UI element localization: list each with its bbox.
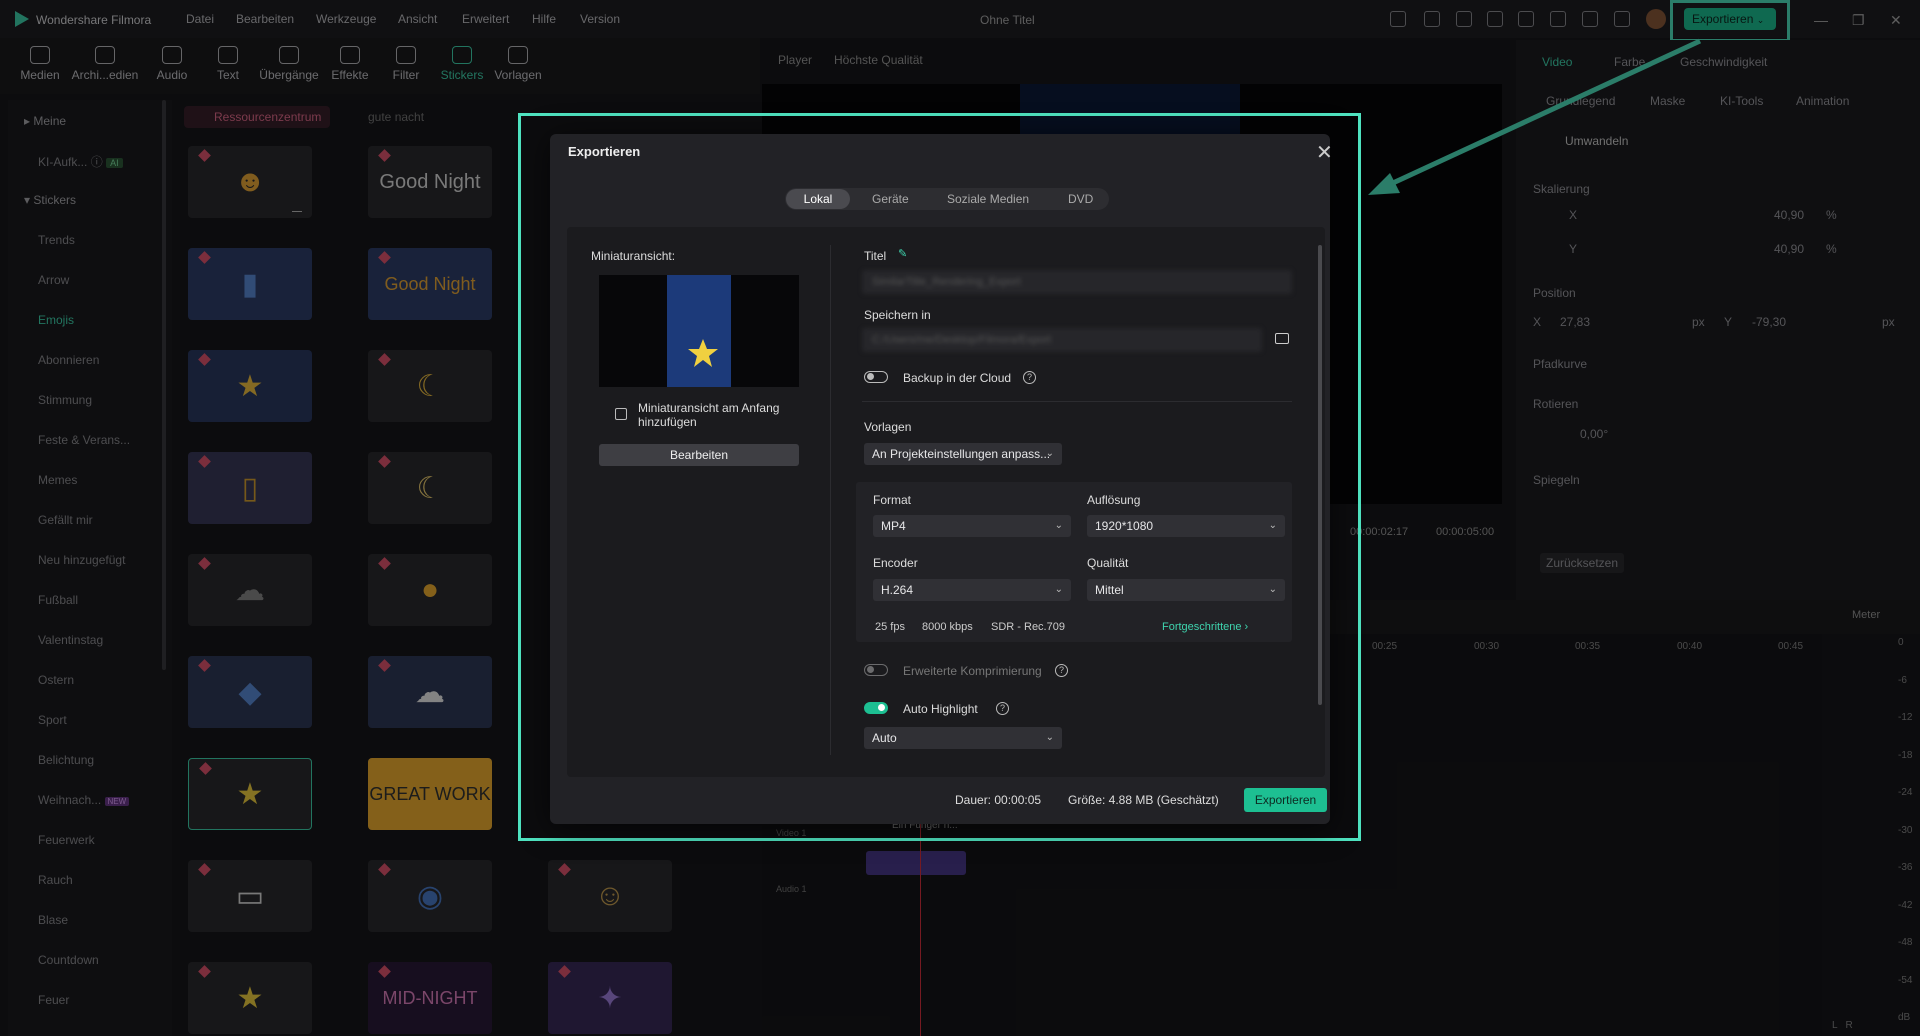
- help-icon[interactable]: ?: [996, 702, 1009, 715]
- encoder-value: H.264: [881, 583, 914, 597]
- quality-value: Mittel: [1095, 583, 1124, 597]
- backup-toggle[interactable]: [864, 371, 888, 383]
- ai-edit-icon[interactable]: ✎: [898, 247, 907, 260]
- thumbnail-image: [667, 275, 731, 387]
- encoder-label: Encoder: [873, 556, 918, 570]
- encoder-select[interactable]: H.264 ⌄: [873, 579, 1071, 601]
- close-icon[interactable]: ✕: [1316, 140, 1333, 165]
- title-label: Titel: [864, 249, 887, 263]
- chevron-down-icon: ⌄: [1045, 448, 1054, 459]
- color-space-value: SDR - Rec.709: [991, 621, 1065, 633]
- chevron-down-icon: ⌄: [1045, 732, 1054, 743]
- dialog-title: Exportieren: [568, 144, 641, 159]
- duration-text: Dauer: 00:00:05: [955, 793, 1042, 807]
- fps-value: 25 fps: [875, 621, 905, 633]
- advanced-link[interactable]: Fortgeschrittene ›: [1162, 621, 1248, 633]
- divider: [862, 401, 1292, 402]
- thumbnail-label: Miniaturansicht:: [591, 249, 676, 263]
- bitrate-value: 8000 kbps: [922, 621, 973, 633]
- chevron-right-icon: ›: [1244, 621, 1249, 633]
- resolution-select[interactable]: 1920*1080 ⌄: [1087, 515, 1285, 537]
- folder-icon[interactable]: [1275, 333, 1289, 344]
- compression-toggle[interactable]: [864, 664, 888, 676]
- tab-lokal[interactable]: Lokal: [786, 189, 850, 209]
- highlight-label: Auto Highlight: [903, 702, 978, 716]
- help-icon[interactable]: ?: [1055, 664, 1068, 677]
- format-value: MP4: [881, 519, 906, 533]
- templates-select[interactable]: An Projekteinstellungen anpass... ⌄: [864, 443, 1062, 465]
- column-divider: [830, 245, 831, 755]
- templates-label: Vorlagen: [864, 420, 912, 434]
- chevron-down-icon: ⌄: [1054, 520, 1063, 531]
- help-icon[interactable]: ?: [1023, 371, 1036, 384]
- compression-label: Erweiterte Komprimierung: [903, 664, 1042, 678]
- backup-label: Backup in der Cloud: [903, 371, 1012, 385]
- edit-thumbnail-button[interactable]: Bearbeiten: [599, 444, 799, 466]
- highlight-select[interactable]: Auto ⌄: [864, 727, 1062, 749]
- advanced-label: Fortgeschrittene: [1162, 621, 1242, 633]
- thumbnail-checkbox-label: Miniaturansicht am Anfang hinzufügen: [638, 401, 780, 429]
- title-input[interactable]: SimilarTitle_Rendering_Export: [862, 270, 1292, 294]
- format-label: Format: [873, 493, 912, 507]
- tab-soziale-medien[interactable]: Soziale Medien: [947, 192, 1029, 206]
- chevron-down-icon: ⌄: [1268, 584, 1277, 595]
- highlight-toggle[interactable]: [864, 702, 888, 714]
- chevron-down-icon: ⌄: [1268, 520, 1277, 531]
- resolution-value: 1920*1080: [1095, 519, 1154, 533]
- save-location-label: Speichern in: [864, 308, 931, 322]
- highlight-value: Auto: [872, 731, 897, 745]
- quality-label: Qualität: [1087, 556, 1129, 570]
- quality-select[interactable]: Mittel ⌄: [1087, 579, 1285, 601]
- format-settings-box: [856, 482, 1292, 642]
- format-select[interactable]: MP4 ⌄: [873, 515, 1071, 537]
- resolution-label: Auflösung: [1087, 493, 1141, 507]
- dialog-scrollbar[interactable]: [1318, 245, 1322, 705]
- tab-dvd[interactable]: DVD: [1068, 192, 1093, 206]
- size-text: Größe: 4.88 MB (Geschätzt): [1068, 793, 1219, 807]
- tab-geraete[interactable]: Geräte: [872, 192, 909, 206]
- chevron-down-icon: ⌄: [1054, 584, 1063, 595]
- save-location-input[interactable]: C:/Users/me/Desktop/Filmora/Export: [862, 328, 1262, 352]
- export-button[interactable]: Exportieren: [1244, 788, 1327, 812]
- templates-value: An Projekteinstellungen anpass...: [872, 447, 1051, 461]
- thumbnail-checkbox[interactable]: [615, 408, 627, 420]
